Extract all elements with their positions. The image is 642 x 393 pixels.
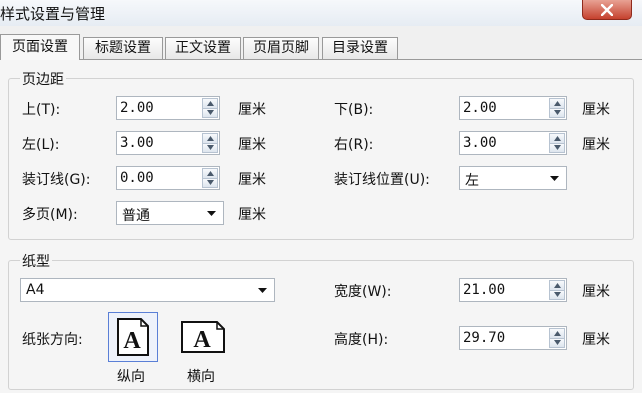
spin-up-button[interactable] (549, 98, 565, 108)
portrait-page-icon: A (117, 318, 149, 356)
triangle-up-icon (206, 170, 214, 176)
spin-down-button[interactable] (549, 289, 565, 300)
spin-down-button[interactable] (202, 142, 218, 153)
margin-right-spinner[interactable]: 3.00 (459, 131, 567, 155)
paper-size-select[interactable]: A4 (20, 278, 275, 302)
multiple-pages-label: 多页(M): (22, 207, 78, 223)
spin-up-button[interactable] (549, 133, 565, 143)
triangle-down-icon (206, 110, 214, 116)
triangle-down-icon (206, 145, 214, 151)
gutter-position-value: 左 (465, 173, 479, 189)
margin-right-value[interactable]: 3.00 (463, 135, 497, 151)
paper-height-label: 高度(H): (334, 332, 389, 348)
orientation-label: 纸张方向: (22, 332, 83, 348)
chevron-down-icon (207, 211, 216, 216)
window-title: 样式设置与管理 (0, 5, 106, 23)
gutter-position-label: 装订线位置(U): (334, 172, 430, 188)
margin-right-unit: 厘米 (582, 137, 610, 153)
triangle-down-icon (553, 110, 561, 116)
spin-down-button[interactable] (549, 142, 565, 153)
triangle-up-icon (553, 100, 561, 106)
portrait-option[interactable]: A (108, 312, 158, 362)
gutter-position-select[interactable]: 左 (459, 166, 567, 190)
style-settings-dialog: 样式设置与管理 页面设置 标题设置 正文设置 页眉页脚 目录设置 页边距 上(T… (0, 0, 642, 393)
multiple-pages-select[interactable]: 普通 (116, 201, 224, 225)
close-icon (601, 3, 613, 16)
triangle-up-icon (206, 100, 214, 106)
paper-height-spinner[interactable]: 29.70 (459, 326, 567, 350)
multiple-pages-unit: 厘米 (238, 207, 266, 223)
margins-group-title: 页边距 (20, 69, 66, 89)
margin-bottom-unit: 厘米 (582, 102, 610, 118)
margin-left-value[interactable]: 3.00 (120, 135, 154, 151)
tab-body-settings[interactable]: 正文设置 (165, 37, 241, 59)
gutter-unit: 厘米 (238, 172, 266, 188)
margin-top-label: 上(T): (22, 102, 61, 118)
tab-page-setup[interactable]: 页面设置 (0, 34, 80, 60)
spin-up-button[interactable] (202, 98, 218, 108)
triangle-up-icon (206, 135, 214, 141)
tab-header-footer[interactable]: 页眉页脚 (243, 37, 319, 59)
spin-down-button[interactable] (549, 107, 565, 118)
title-bar: 样式设置与管理 (0, 0, 642, 26)
triangle-down-icon (206, 180, 214, 186)
gutter-value[interactable]: 0.00 (120, 170, 154, 186)
margin-top-spinner[interactable]: 2.00 (116, 96, 220, 120)
gutter-spinner[interactable]: 0.00 (116, 166, 220, 190)
paper-width-unit: 厘米 (582, 284, 610, 300)
tab-toc-settings[interactable]: 目录设置 (322, 37, 398, 59)
spin-up-button[interactable] (549, 328, 565, 338)
spin-up-button[interactable] (202, 133, 218, 143)
tab-strip: 页面设置 标题设置 正文设置 页眉页脚 目录设置 (0, 34, 642, 60)
svg-text:A: A (123, 328, 141, 354)
paper-size-value: A4 (26, 282, 45, 298)
paper-width-value[interactable]: 21.00 (463, 282, 505, 298)
triangle-up-icon (553, 282, 561, 288)
margin-top-unit: 厘米 (238, 102, 266, 118)
paper-height-value[interactable]: 29.70 (463, 330, 505, 346)
triangle-up-icon (553, 330, 561, 336)
paper-width-spinner[interactable]: 21.00 (459, 278, 567, 302)
chevron-down-icon (550, 176, 559, 181)
triangle-down-icon (553, 292, 561, 298)
spin-up-button[interactable] (202, 168, 218, 178)
page-setup-panel: 页边距 上(T): 2.00 厘米 下(B): 2.00 厘米 左(L): 3.… (0, 59, 642, 393)
paper-height-unit: 厘米 (582, 332, 610, 348)
paper-width-label: 宽度(W): (334, 284, 392, 300)
spin-up-button[interactable] (549, 280, 565, 290)
margin-left-spinner[interactable]: 3.00 (116, 131, 220, 155)
landscape-page-icon: A (181, 321, 225, 353)
triangle-up-icon (553, 135, 561, 141)
tab-heading-settings[interactable]: 标题设置 (83, 37, 163, 59)
landscape-label: 横向 (187, 369, 215, 385)
triangle-down-icon (553, 145, 561, 151)
margin-bottom-value[interactable]: 2.00 (463, 100, 497, 116)
margin-bottom-spinner[interactable]: 2.00 (459, 96, 567, 120)
landscape-option[interactable]: A (178, 312, 228, 362)
spin-down-button[interactable] (549, 337, 565, 348)
chevron-down-icon (258, 288, 267, 293)
margin-left-label: 左(L): (22, 137, 60, 153)
gutter-label: 装订线(G): (22, 172, 91, 188)
paper-group-title: 纸型 (20, 251, 52, 271)
margin-right-label: 右(R): (334, 137, 374, 153)
margin-bottom-label: 下(B): (334, 102, 374, 118)
margin-top-value[interactable]: 2.00 (120, 100, 154, 116)
portrait-label: 纵向 (117, 369, 145, 385)
spin-down-button[interactable] (202, 177, 218, 188)
triangle-down-icon (553, 340, 561, 346)
spin-down-button[interactable] (202, 107, 218, 118)
multiple-pages-value: 普通 (122, 208, 150, 224)
margin-left-unit: 厘米 (238, 137, 266, 153)
svg-text:A: A (193, 327, 211, 353)
close-button[interactable] (582, 0, 632, 20)
